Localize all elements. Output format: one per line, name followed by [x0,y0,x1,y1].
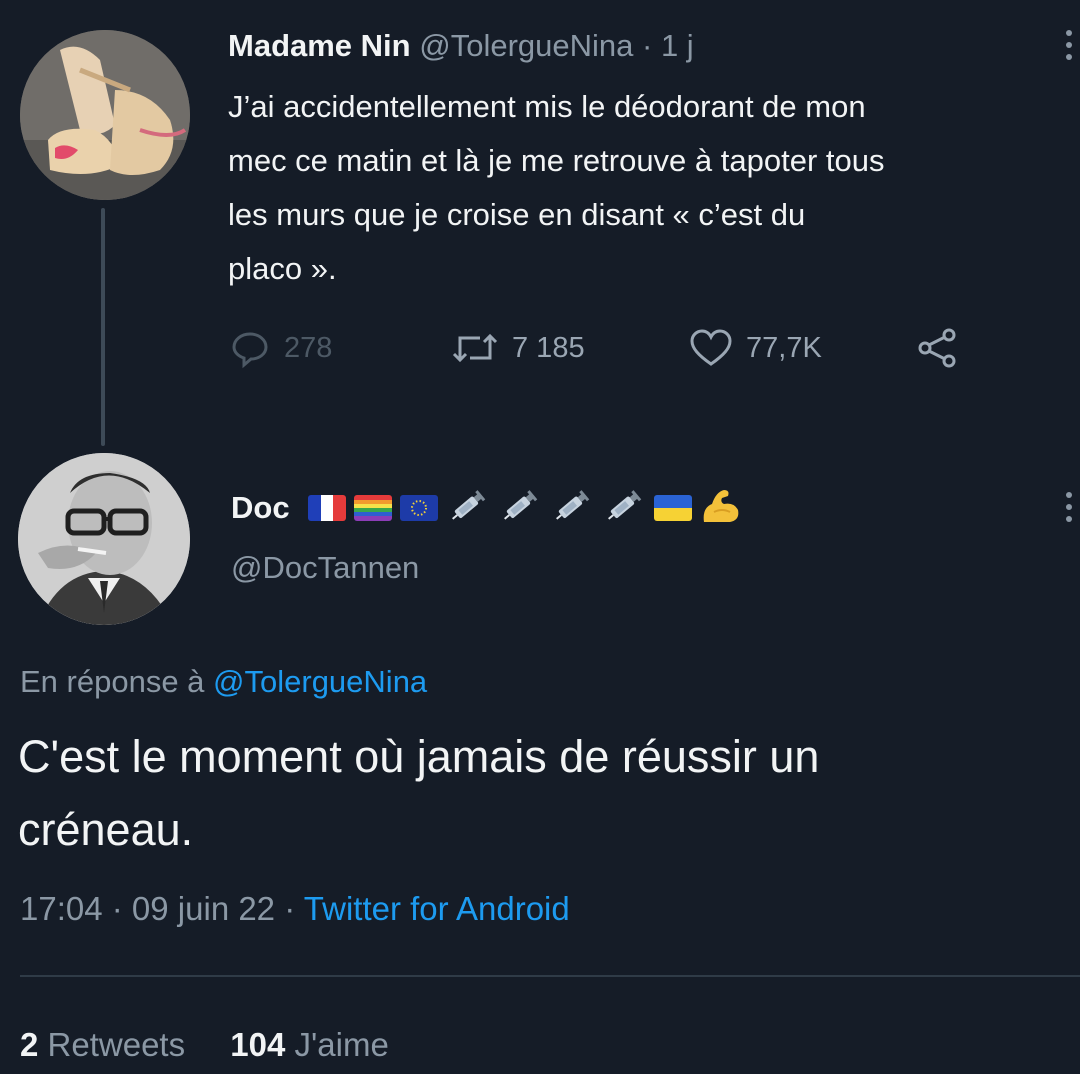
eu-flag-icon [399,495,438,521]
reply-name-row: Doc [231,484,742,532]
author-handle[interactable]: @TolergueNina [419,28,633,63]
like-button[interactable]: 77,7K [688,320,822,376]
like-count: 77,7K [746,331,822,364]
header-separator: · [633,28,661,63]
retweet-count: 2 [20,1026,39,1063]
share-button[interactable] [916,320,960,376]
parent-tweet-header: Madame Nin @TolergueNina · 1 j [228,26,694,66]
syringe-icon [446,488,490,529]
reply-tweet-text: C'est le moment où jamais de réussir un … [18,731,820,855]
syringe-icon [602,488,646,529]
tweet-screenshot: Madame Nin @TolergueNina · 1 j J’ai acci… [0,0,1080,1074]
share-icon [918,328,956,368]
parent-tweet-text: J’ai accidentellement mis le déodorant d… [228,89,885,286]
retweets-stat[interactable]: 2 Retweets [20,1026,221,1063]
meta-separator: · [102,890,132,927]
tweet-stats: 2 Retweets 104 J'aime [20,1026,425,1064]
more-options-icon[interactable] [1066,492,1074,522]
tweet-actions: 278 7 185 77,7K [228,320,988,376]
like-count: 104 [230,1026,286,1063]
tweet-date[interactable]: 09 juin 22 [132,890,275,927]
flexed-biceps-icon [700,486,742,531]
retweet-icon [452,333,498,363]
reply-button[interactable]: 278 [228,320,332,376]
more-options-icon[interactable] [1066,30,1074,60]
ukraine-flag-icon [653,495,692,521]
syringe-icon [550,488,594,529]
retweet-count: 7 185 [512,331,585,364]
syringe-icon [498,488,542,529]
reply-count: 278 [284,331,333,364]
in-reply-to: En réponse à @TolergueNina [20,664,427,700]
rainbow-flag-icon [353,495,392,521]
tweet-source-link[interactable]: Twitter for Android [304,890,570,927]
avatar[interactable] [20,30,190,200]
avatar-shoes-image [20,30,190,200]
author-handle[interactable]: @DocTannen [231,550,419,586]
heart-icon [690,329,732,366]
divider [20,975,1080,977]
avatar-man-smoking-image [18,453,190,625]
author-name[interactable]: Doc [231,490,290,526]
tweet-meta: 17:04 · 09 juin 22 · Twitter for Android [20,890,570,928]
author-name[interactable]: Madame Nin [228,28,411,63]
in-reply-to-handle-link[interactable]: @TolergueNina [213,664,427,699]
thread-line [101,208,105,446]
france-flag-icon [307,495,346,521]
avatar[interactable] [18,453,190,625]
like-label: J'aime [294,1026,389,1063]
reply-icon [232,332,268,369]
retweet-label: Retweets [47,1026,186,1063]
tweet-time[interactable]: 1 j [661,28,694,63]
meta-separator: · [275,890,304,927]
retweet-button[interactable]: 7 185 [450,320,585,376]
in-reply-to-prefix: En réponse à [20,664,214,699]
likes-stat[interactable]: 104 J'aime [230,1026,425,1063]
tweet-time[interactable]: 17:04 [20,890,103,927]
